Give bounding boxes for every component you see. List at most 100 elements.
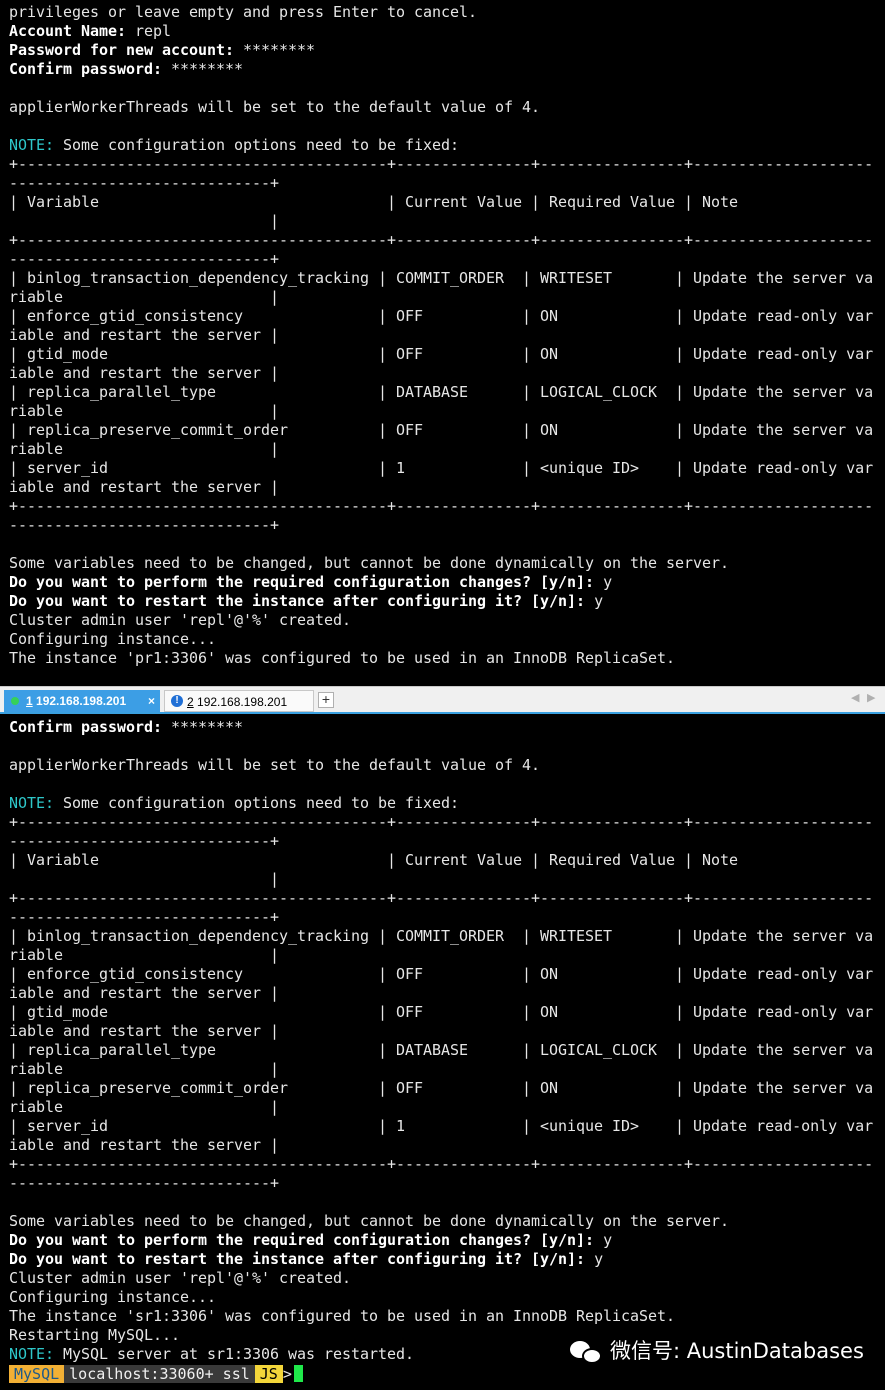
terminal-line: |	[9, 212, 280, 230]
prompt-label: Confirm password:	[9, 60, 163, 78]
terminal-line: | replica_parallel_type | DATABASE | LOG…	[9, 1041, 874, 1059]
alert-icon: !	[171, 695, 183, 707]
terminal-line: | enforce_gtid_consistency | OFF | ON | …	[9, 965, 874, 983]
terminal-line: | binlog_transaction_dependency_tracking…	[9, 269, 874, 287]
terminal-line: | Variable | Current Value | Required Va…	[9, 193, 739, 211]
tab-scroll-right-icon[interactable]: ▶	[867, 691, 875, 704]
note-label: NOTE:	[9, 1345, 55, 1363]
terminal-line: -----------------------------+	[9, 250, 280, 268]
tab-session-2-label: 192.168.198.201	[197, 695, 288, 709]
terminal-line: | server_id | 1 | <unique ID> | Update r…	[9, 459, 874, 477]
close-icon[interactable]: ×	[148, 690, 155, 712]
terminal-line: | replica_parallel_type | DATABASE | LOG…	[9, 383, 874, 401]
wechat-icon	[570, 1339, 604, 1365]
prompt-value: y	[594, 1231, 613, 1249]
prompt-label: Do you want to restart the instance afte…	[9, 592, 586, 610]
terminal-line: | server_id | 1 | <unique ID> | Update r…	[9, 1117, 874, 1135]
prompt-host-segment: localhost:33060+ ssl	[64, 1365, 255, 1383]
terminal-line: | replica_preserve_commit_order | OFF | …	[9, 1079, 874, 1097]
terminal-line: | enforce_gtid_consistency | OFF | ON | …	[9, 307, 874, 325]
terminal-top[interactable]: privileges or leave empty and press Ente…	[0, 0, 885, 686]
terminal-line: riable |	[9, 1060, 280, 1078]
note-text: Some configuration options need to be fi…	[54, 794, 460, 812]
terminal-line: Password for new account: ********	[9, 41, 873, 60]
terminal-line: Do you want to restart the instance afte…	[9, 1250, 873, 1269]
prompt-label: Confirm password:	[9, 718, 163, 736]
session-tab-bar: 1 192.168.198.201 × ! 2 192.168.198.201 …	[0, 686, 885, 714]
terminal-line: NOTE: Some configuration options need to…	[9, 136, 873, 155]
terminal-line: iable and restart the server |	[9, 984, 280, 1002]
terminal-line: riable |	[9, 440, 280, 458]
text-cursor	[293, 1365, 303, 1382]
terminal-line: iable and restart the server |	[9, 478, 280, 496]
prompt-value: ********	[162, 718, 244, 736]
prompt-value: ********	[234, 41, 316, 59]
terminal-line: NOTE: Some configuration options need to…	[9, 794, 873, 813]
note-label: NOTE:	[9, 136, 55, 154]
terminal-line: +---------------------------------------…	[9, 497, 874, 515]
tab-session-1-label: 192.168.198.201	[36, 694, 127, 708]
prompt-value: repl	[126, 22, 172, 40]
mysql-shell-prompt[interactable]: MySQL localhost:33060+ ssl JS >	[9, 1365, 303, 1384]
terminal-bottom-output: Confirm password: ******** applierWorkerT…	[9, 718, 873, 1364]
watermark-text: 微信号: AustinDatabases	[610, 1339, 864, 1363]
tab-scroll-left-icon[interactable]: ◀	[851, 691, 859, 704]
prompt-mode-segment: JS	[254, 1365, 283, 1383]
terminal-line: | replica_preserve_commit_order | OFF | …	[9, 421, 874, 439]
prompt-value: y	[594, 573, 613, 591]
terminal-line: applierWorkerThreads will be set to the …	[9, 98, 541, 116]
terminal-line: Some variables need to be changed, but c…	[9, 554, 730, 572]
terminal-line: +---------------------------------------…	[9, 1155, 874, 1173]
prompt-label: Password for new account:	[9, 41, 235, 59]
terminal-line: riable |	[9, 402, 280, 420]
terminal-top-output: privileges or leave empty and press Ente…	[9, 3, 873, 668]
note-text: MySQL server at sr1:3306 was restarted.	[54, 1345, 415, 1363]
terminal-line: | gtid_mode | OFF | ON | Update read-onl…	[9, 345, 874, 363]
note-text: Some configuration options need to be fi…	[54, 136, 460, 154]
terminal-line: +---------------------------------------…	[9, 155, 874, 173]
terminal-bottom[interactable]: Confirm password: ******** applierWorkerT…	[0, 714, 885, 1390]
terminal-line: applierWorkerThreads will be set to the …	[9, 756, 541, 774]
prompt-value: ********	[162, 60, 244, 78]
note-label: NOTE:	[9, 794, 55, 812]
terminal-line: Confirm password: ********	[9, 60, 873, 79]
prompt-value: y	[585, 592, 604, 610]
prompt-mysql-segment: MySQL	[9, 1365, 65, 1383]
terminal-line: iable and restart the server |	[9, 1136, 280, 1154]
terminal-line: | gtid_mode | OFF | ON | Update read-onl…	[9, 1003, 874, 1021]
terminal-line: Configuring instance...	[9, 1288, 217, 1306]
terminal-line: iable and restart the server |	[9, 364, 280, 382]
prompt-label: Do you want to perform the required conf…	[9, 573, 595, 591]
terminal-line: Do you want to restart the instance afte…	[9, 592, 873, 611]
terminal-line: riable |	[9, 946, 280, 964]
tab-session-1[interactable]: 1 192.168.198.201 ×	[4, 690, 160, 712]
terminal-line: +---------------------------------------…	[9, 813, 874, 831]
terminal-line: privileges or leave empty and press Ente…	[9, 3, 478, 21]
wechat-watermark: 微信号: AustinDatabases	[570, 1334, 864, 1368]
add-tab-button[interactable]: +	[318, 692, 334, 708]
tab-session-2-number: 2	[187, 695, 194, 709]
terminal-line: riable |	[9, 1098, 280, 1116]
prompt-value: y	[585, 1250, 604, 1268]
terminal-line: -----------------------------+	[9, 832, 280, 850]
prompt-label: Do you want to perform the required conf…	[9, 1231, 595, 1249]
terminal-line: +---------------------------------------…	[9, 889, 874, 907]
terminal-line: Cluster admin user 'repl'@'%' created.	[9, 611, 352, 629]
terminal-line: -----------------------------+	[9, 516, 280, 534]
terminal-line: Configuring instance...	[9, 630, 217, 648]
prompt-label: Account Name:	[9, 22, 127, 40]
terminal-line: iable and restart the server |	[9, 326, 280, 344]
terminal-line: -----------------------------+	[9, 1174, 280, 1192]
terminal-line: riable |	[9, 288, 280, 306]
terminal-line: iable and restart the server |	[9, 1022, 280, 1040]
terminal-line: The instance 'pr1:3306' was configured t…	[9, 649, 676, 667]
terminal-line: Some variables need to be changed, but c…	[9, 1212, 730, 1230]
terminal-line: |	[9, 870, 280, 888]
tab-session-2[interactable]: ! 2 192.168.198.201	[164, 690, 314, 712]
connected-status-icon	[11, 697, 19, 705]
